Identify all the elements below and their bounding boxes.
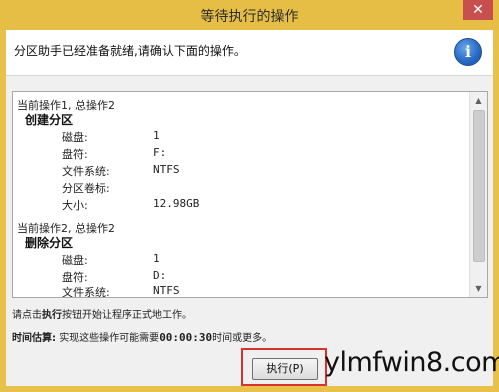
window-title: 等待执行的操作 [200, 9, 299, 25]
operation-1-field-key: 分区卷标: [62, 182, 110, 195]
operation-2-field-key: 磁盘: [62, 254, 88, 267]
operation-1-field-key: 盘符: [62, 148, 88, 161]
estimate-prefix: 实现这些操作可能需要 [59, 333, 160, 344]
operation-2-field-value: 软件 [153, 296, 175, 297]
scroll-up-arrow-icon[interactable]: ▲ [470, 92, 487, 109]
close-icon: ✕ [472, 2, 484, 18]
operation-2-field-value: 1 [153, 252, 160, 265]
instruction-prefix: 请点击 [12, 310, 42, 321]
operations-list[interactable]: 当前操作1, 总操作2 创建分区 磁盘: 1 盘符: F: 文件系统: NTFS… [12, 91, 488, 298]
operation-1-name: 创建分区 [25, 113, 74, 127]
info-icon: i [454, 38, 482, 66]
vertical-scrollbar[interactable]: ▲ ▼ [469, 92, 487, 297]
close-button[interactable]: ✕ [463, 0, 493, 20]
dialog-window: 等待执行的操作 ✕ 分区助手已经准备就绪,请确认下面的操作。 i 当前操作1, … [0, 0, 499, 392]
estimate-suffix: 时间或更多。 [212, 333, 273, 344]
operation-1-field-key: 大小: [62, 199, 88, 212]
operation-2-name: 删除分区 [25, 236, 74, 250]
estimate-label: 时间估算: [12, 333, 56, 344]
operation-1-field-value: 12.98GB [153, 197, 200, 210]
time-estimate: 时间估算: 实现这些操作可能需要00:00:30时间或更多。 [12, 329, 272, 344]
operation-1-field-value: 1 [153, 129, 160, 142]
dialog-header: 分区助手已经准备就绪,请确认下面的操作。 i [6, 30, 493, 76]
operation-2-field-value: D: [153, 269, 167, 282]
operation-1-field-value: NTFS [153, 163, 180, 176]
execute-button[interactable]: 执行(P) [252, 358, 318, 380]
title-bar[interactable]: 等待执行的操作 ✕ [0, 0, 499, 30]
header-message: 分区助手已经准备就绪,请确认下面的操作。 [14, 44, 246, 58]
operation-1-field-key: 文件系统: [62, 165, 110, 178]
scroll-thumb[interactable] [473, 110, 485, 262]
operation-2-field-key: 盘符: [62, 271, 88, 284]
operation-1-field-key: 磁盘: [62, 131, 88, 144]
estimate-time: 00:00:30 [159, 331, 213, 344]
instruction-text: 请点击执行按钮开始让程序正式地工作。 [12, 306, 192, 321]
operations-content: 当前操作1, 总操作2 创建分区 磁盘: 1 盘符: F: 文件系统: NTFS… [13, 92, 470, 297]
watermark: ylmfwin8.com [324, 347, 499, 378]
operation-1-field-value: F: [153, 146, 167, 159]
dialog-body: 分区助手已经准备就绪,请确认下面的操作。 i 当前操作1, 总操作2 创建分区 … [6, 30, 493, 386]
instruction-bold: 执行 [42, 310, 62, 321]
operation-2-field-key: 分区卷标: [62, 296, 110, 297]
instruction-suffix: 按钮开始让程序正式地工作。 [62, 310, 192, 321]
scroll-down-arrow-icon[interactable]: ▼ [470, 280, 487, 297]
